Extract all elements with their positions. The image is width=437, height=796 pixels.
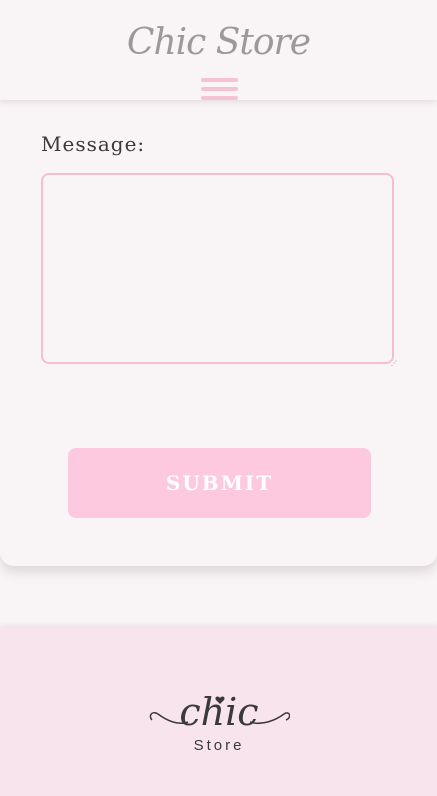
footer-logo-word: chic <box>179 690 259 734</box>
footer-logo[interactable]: chic Store <box>148 690 290 760</box>
message-textarea[interactable] <box>41 173 394 364</box>
contact-form-card: Message: ⋰ SUBMIT <box>0 98 437 566</box>
submit-button[interactable]: SUBMIT <box>68 448 371 518</box>
footer-logo-sub: Store <box>193 737 245 754</box>
site-header: Chic Store <box>0 0 437 100</box>
site-footer: chic Store <box>0 626 437 796</box>
hamburger-menu-icon[interactable] <box>201 78 238 102</box>
resize-grip-icon[interactable]: ⋰ <box>391 361 397 367</box>
message-label: Message: <box>41 132 146 156</box>
brand-logo-text[interactable]: Chic Store <box>0 22 437 63</box>
menu-bar-top <box>201 78 238 82</box>
menu-bar-middle <box>201 87 238 91</box>
menu-bar-bottom <box>201 96 238 100</box>
